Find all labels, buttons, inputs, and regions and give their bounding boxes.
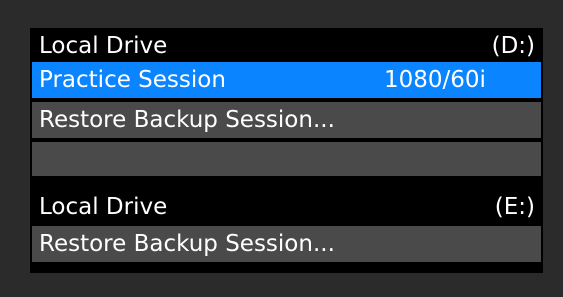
restore-backup-session-e[interactable]: Restore Backup Session...: [32, 226, 541, 262]
session-label: Restore Backup Session...: [39, 107, 335, 133]
drive-letter: (E:): [494, 194, 535, 220]
drive-header-e: Local Drive (E:): [32, 190, 541, 224]
drive-name: Local Drive: [39, 194, 168, 220]
session-format: 1080/60i: [384, 67, 486, 93]
drive-name: Local Drive: [39, 33, 168, 59]
session-browser-panel: Local Drive (D:) Practice Session 1080/6…: [30, 28, 543, 273]
drive-letter: (D:): [491, 33, 535, 59]
session-label: Restore Backup Session...: [39, 231, 335, 257]
session-label: Practice Session: [39, 67, 226, 93]
empty-slot: [32, 142, 541, 176]
drive-header-d: Local Drive (D:): [32, 30, 541, 62]
restore-backup-session-d[interactable]: Restore Backup Session...: [32, 102, 541, 138]
session-item-practice[interactable]: Practice Session 1080/60i: [32, 62, 541, 98]
